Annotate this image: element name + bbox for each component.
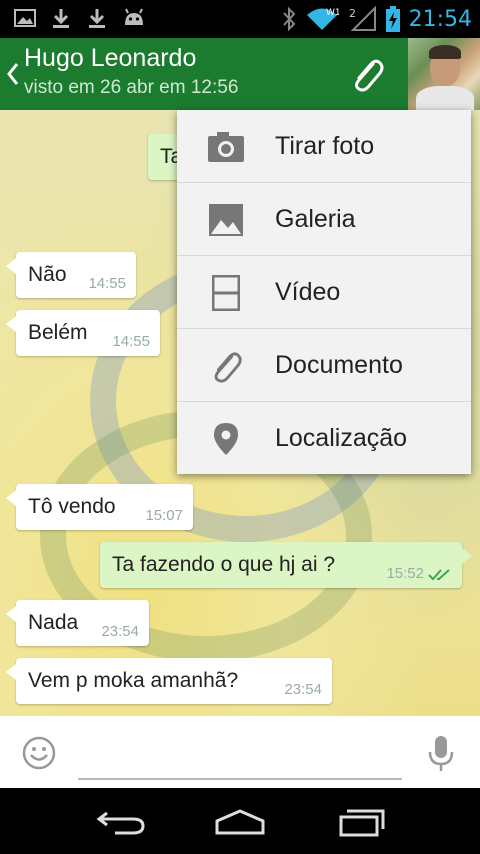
menu-item-video[interactable]: Vídeo: [177, 256, 471, 329]
home-button[interactable]: [210, 802, 270, 842]
contact-avatar[interactable]: [408, 38, 480, 110]
microphone-icon[interactable]: [424, 734, 458, 774]
recent-apps-icon: [339, 809, 385, 837]
android-icon: [125, 8, 143, 25]
menu-item-label: Localização: [275, 424, 408, 452]
last-seen-status: visto em 26 abr em 12:56: [24, 77, 239, 98]
message-text: Nada: [28, 611, 79, 634]
home-icon: [215, 809, 265, 835]
battery-icon: [385, 6, 400, 32]
message-text: Não: [28, 263, 67, 286]
read-ticks-icon: [428, 569, 450, 581]
paperclip-icon: [207, 347, 245, 385]
notification-icons: [14, 7, 146, 29]
message-input[interactable]: [82, 734, 402, 776]
camera-icon: [207, 128, 245, 166]
message-text: Tô vendo: [28, 495, 116, 518]
video-icon: [207, 274, 245, 312]
download-icon: [89, 9, 105, 28]
gallery-icon: [207, 201, 245, 239]
message-text: Vem p moka amanhã?: [28, 669, 239, 692]
message-text: Belém: [28, 321, 88, 344]
system-indicators: W1 2 21:54: [281, 0, 472, 38]
download-icon: [53, 9, 69, 28]
message-bubble[interactable]: Belém 14:55: [6, 310, 160, 356]
emoji-icon[interactable]: [22, 736, 56, 770]
status-bar: W1 2 21:54: [0, 0, 480, 38]
system-nav-bar: [0, 788, 480, 854]
message-bubble[interactable]: Ta fazendo o que hj ai ? 15:52: [100, 542, 472, 588]
message-time: 14:55: [112, 333, 150, 350]
attach-menu: Tirar foto Galeria Vídeo Documento Local…: [177, 110, 471, 474]
message-bubble[interactable]: Não 14:55: [6, 252, 136, 298]
clock: 21:54: [408, 6, 472, 32]
attach-button[interactable]: [342, 52, 392, 96]
message-time: 23:54: [284, 681, 322, 698]
menu-item-label: Tirar foto: [275, 132, 375, 160]
signal-tag: 2: [349, 7, 356, 20]
back-chevron-icon[interactable]: [4, 60, 22, 88]
menu-item-label: Galeria: [275, 205, 356, 233]
message-text: Ta fazendo o que hj ai ?: [112, 553, 336, 576]
message-time: 15:07: [145, 507, 183, 524]
message-bubble[interactable]: Vem p moka amanhã? 23:54: [6, 658, 332, 704]
menu-item-gallery[interactable]: Galeria: [177, 183, 471, 256]
message-time: 15:52: [386, 565, 424, 582]
back-arrow-icon: [96, 811, 145, 835]
wifi-tag: W1: [326, 8, 339, 18]
message-time: 14:55: [88, 275, 126, 292]
menu-item-label: Vídeo: [275, 278, 341, 306]
location-pin-icon: [207, 420, 245, 458]
menu-item-take-photo[interactable]: Tirar foto: [177, 110, 471, 183]
image-icon: [14, 9, 36, 27]
contact-name[interactable]: Hugo Leonardo: [24, 44, 196, 73]
message-bubble[interactable]: Nada 23:54: [6, 600, 149, 646]
wifi-icon: W1: [306, 8, 339, 30]
bluetooth-icon: [282, 6, 295, 32]
compose-bar: [0, 716, 480, 788]
signal-icon: 2: [349, 6, 376, 31]
message-time: 23:54: [101, 623, 139, 640]
menu-item-document[interactable]: Documento: [177, 329, 471, 402]
recent-apps-button[interactable]: [332, 802, 392, 842]
message-bubble[interactable]: Tô vendo 15:07: [6, 484, 193, 530]
back-button[interactable]: [90, 802, 150, 842]
paperclip-icon: [355, 59, 384, 92]
input-underline: [78, 778, 402, 780]
menu-item-label: Documento: [275, 351, 403, 379]
menu-item-location[interactable]: Localização: [177, 402, 471, 474]
